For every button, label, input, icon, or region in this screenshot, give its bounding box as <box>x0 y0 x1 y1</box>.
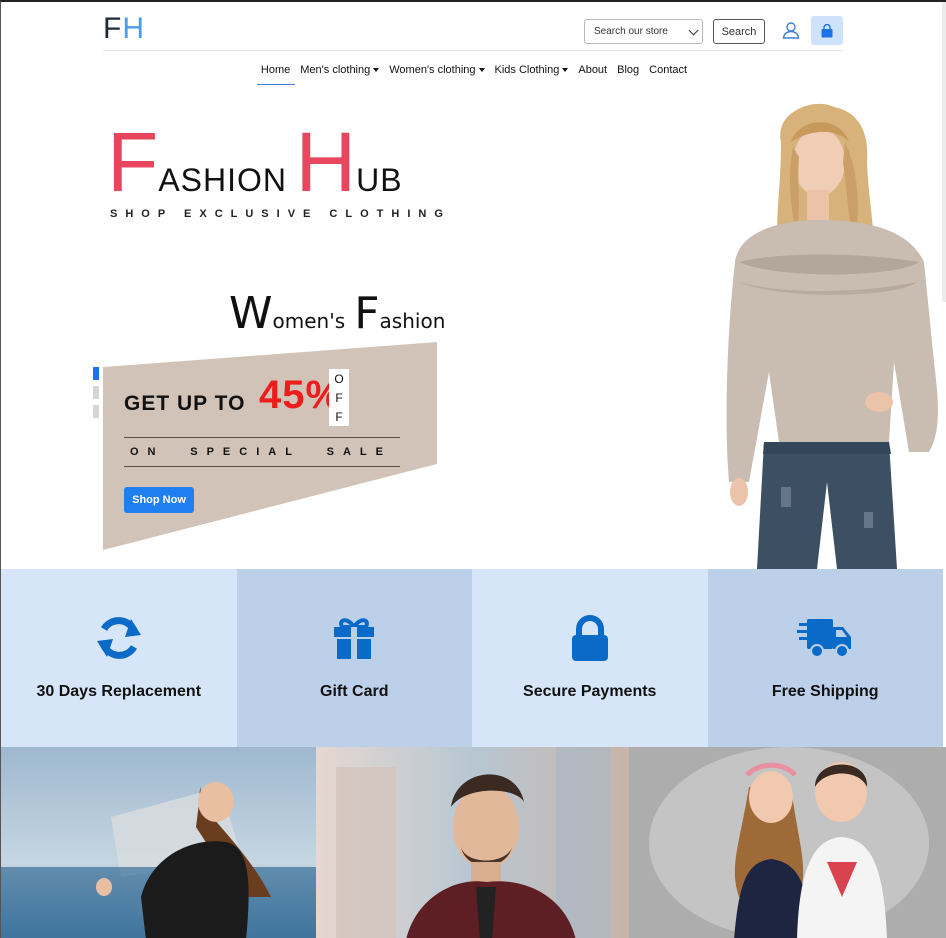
nav-mens-clothing[interactable]: Men's clothing <box>295 62 384 78</box>
feature-label: Free Shipping <box>771 683 879 700</box>
chevron-down-icon <box>688 25 699 36</box>
womens-fashion-heading: Women's Fashion <box>229 288 446 339</box>
promo-sale-label: ON SPECIAL SALE <box>130 446 392 458</box>
caret-down-icon <box>373 68 380 72</box>
category-women-image[interactable] <box>1 747 316 938</box>
category-men-image[interactable] <box>316 747 629 938</box>
cart-button[interactable] <box>811 16 843 45</box>
header-divider <box>103 50 843 51</box>
hero-tagline: SHOP EXCLUSIVE CLOTHING <box>110 208 451 220</box>
promo-off-label: O F F <box>329 369 349 426</box>
category-kids-image[interactable] <box>629 747 946 938</box>
hero-brand-title: FASHION HUB <box>107 115 403 209</box>
page-scrollbar[interactable] <box>942 2 946 302</box>
main-nav: Home Men's clothing Women's clothing Kid… <box>1 62 946 78</box>
promo-get-up-to: GET UP TO <box>124 392 246 415</box>
logo-letter-h: H <box>122 12 145 45</box>
category-images <box>1 747 946 938</box>
caret-down-icon <box>562 68 569 72</box>
lock-icon <box>571 615 608 661</box>
features-strip: 30 Days Replacement Gift Card Secure Pay… <box>1 569 946 747</box>
nav-contact[interactable]: Contact <box>644 62 692 78</box>
gift-icon <box>334 618 375 659</box>
feature-secure-payments: Secure Payments <box>472 569 708 747</box>
carousel-indicator[interactable] <box>93 367 99 380</box>
logo-letter-f: F <box>103 12 123 45</box>
shopping-bag-icon <box>821 23 833 37</box>
search-select-value: Search our store <box>594 26 668 37</box>
user-icon[interactable] <box>782 21 800 39</box>
nav-womens-clothing[interactable]: Women's clothing <box>384 62 489 78</box>
feature-label: Secure Payments <box>523 683 657 700</box>
refresh-icon <box>96 617 141 659</box>
site-logo[interactable]: FH <box>103 12 145 46</box>
promo-divider-top <box>124 437 400 438</box>
promo-divider-bottom <box>124 466 400 467</box>
active-nav-underline <box>257 84 295 85</box>
nav-about[interactable]: About <box>573 62 612 78</box>
truck-icon <box>797 619 852 658</box>
feature-gift-card: Gift Card <box>236 569 472 747</box>
search-store-select[interactable]: Search our store <box>584 19 703 44</box>
nav-home[interactable]: Home <box>256 62 295 78</box>
shop-now-button[interactable]: Shop Now <box>124 487 194 513</box>
carousel-indicators <box>93 367 99 424</box>
nav-kids-clothing[interactable]: Kids Clothing <box>490 62 574 78</box>
carousel-indicator[interactable] <box>93 386 99 399</box>
hero-model-image <box>719 102 946 569</box>
search-button[interactable]: Search <box>713 19 765 44</box>
feature-label: 30 Days Replacement <box>36 683 202 700</box>
feature-label: Gift Card <box>320 683 389 700</box>
nav-blog[interactable]: Blog <box>612 62 644 78</box>
caret-down-icon <box>478 68 485 72</box>
feature-replacement: 30 Days Replacement <box>1 569 237 747</box>
feature-free-shipping: Free Shipping <box>707 569 943 747</box>
carousel-indicator[interactable] <box>93 405 99 418</box>
